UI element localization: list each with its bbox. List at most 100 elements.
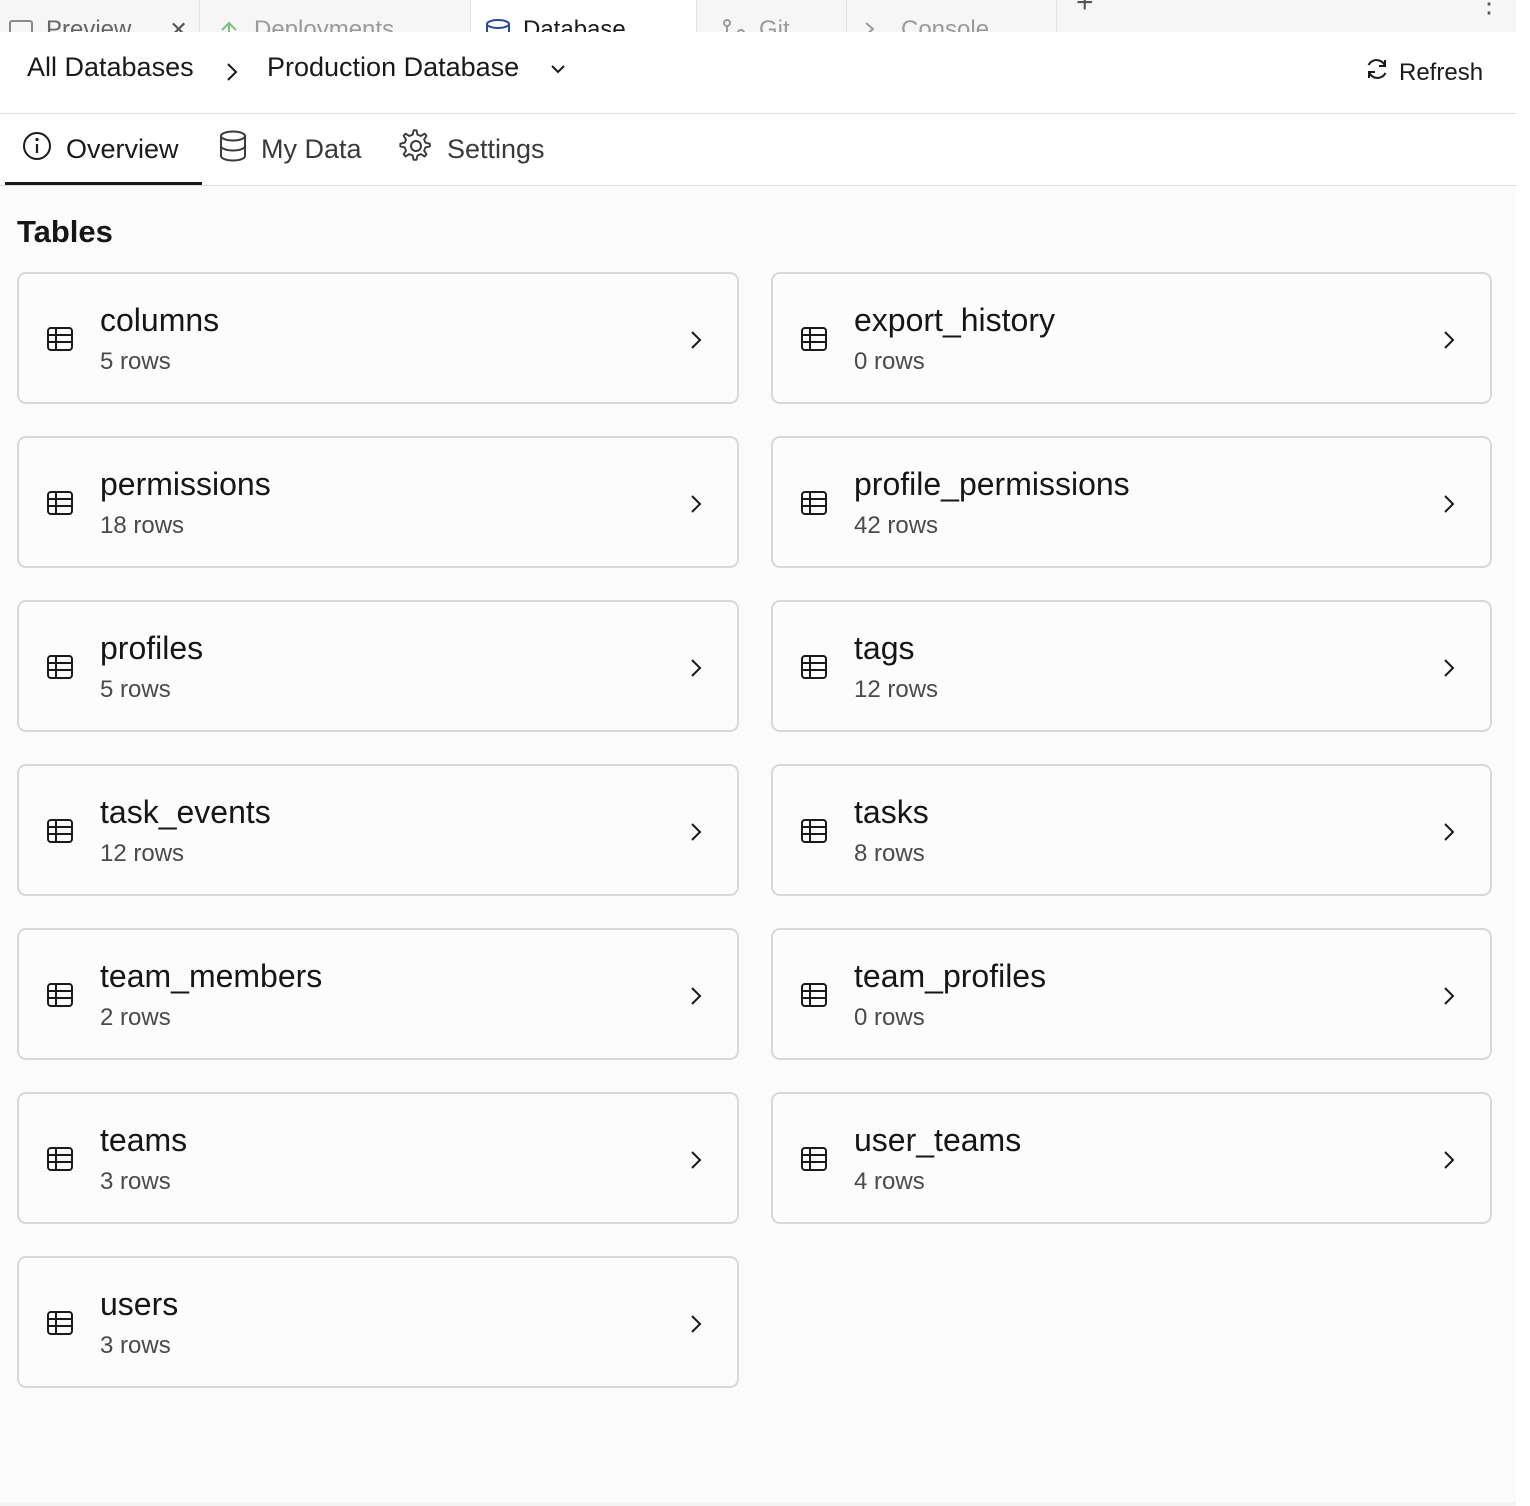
console-icon	[863, 19, 889, 32]
crumb-all-databases[interactable]: All Databases	[27, 52, 194, 83]
table-row-count: 4 rows	[854, 1168, 925, 1195]
table-card[interactable]: export_history 0 rows	[771, 272, 1492, 404]
table-row-count: 0 rows	[854, 348, 925, 375]
table-card[interactable]: user_teams 4 rows	[771, 1092, 1492, 1224]
tab-console[interactable]: Console	[847, 0, 1057, 32]
table-card[interactable]: tasks 8 rows	[771, 764, 1492, 896]
section-tabs: Overview My Data Settings	[0, 114, 1516, 186]
refresh-button[interactable]: Refresh	[1364, 56, 1483, 89]
table-card[interactable]: columns 5 rows	[17, 272, 739, 404]
tab-label: Preview	[46, 16, 132, 33]
table-row-count: 8 rows	[854, 840, 925, 867]
chevron-right-icon	[224, 60, 240, 89]
table-card[interactable]: task_events 12 rows	[17, 764, 739, 896]
tab-git[interactable]: Git	[697, 0, 847, 32]
section-title: Tables	[17, 214, 113, 249]
tab-my-data[interactable]: My Data	[219, 114, 362, 185]
table-card[interactable]: teams 3 rows	[17, 1092, 739, 1224]
scrollbar-gutter	[1516, 0, 1530, 1506]
tab-deployments[interactable]: Deployments	[200, 0, 471, 32]
chevron-right-icon	[1441, 1148, 1457, 1177]
chevron-down-icon[interactable]	[549, 62, 567, 81]
window-tab-strip: Preview ✕ Deployments Database Git Conso…	[0, 0, 1516, 33]
table-card[interactable]: team_profiles 0 rows	[771, 928, 1492, 1060]
close-icon[interactable]: ✕	[169, 17, 187, 32]
chevron-right-icon	[688, 820, 704, 849]
table-icon	[46, 326, 74, 357]
table-card[interactable]: profile_permissions 42 rows	[771, 436, 1492, 568]
database-icon	[485, 19, 511, 32]
chevron-right-icon	[1441, 492, 1457, 521]
active-tab-indicator	[5, 182, 202, 185]
table-icon	[46, 982, 74, 1013]
tab-database[interactable]: Database	[471, 0, 697, 32]
table-card[interactable]: users 3 rows	[17, 1256, 739, 1388]
chevron-right-icon	[688, 492, 704, 521]
chevron-right-icon	[688, 984, 704, 1013]
table-row-count: 12 rows	[854, 676, 939, 703]
tab-overview[interactable]: Overview	[22, 114, 179, 185]
breadcrumb: All Databases Production Database Refres…	[0, 32, 1516, 114]
database-icon	[219, 130, 247, 169]
table-name: teams	[100, 1122, 188, 1158]
table-name: users	[100, 1286, 179, 1322]
table-row-count: 12 rows	[100, 840, 185, 867]
info-icon	[22, 131, 52, 168]
table-name: permissions	[100, 466, 271, 502]
table-name: user_teams	[854, 1122, 1022, 1158]
table-row-count: 5 rows	[100, 676, 171, 703]
table-row-count: 5 rows	[100, 348, 171, 375]
table-icon	[800, 326, 828, 357]
table-card[interactable]: profiles 5 rows	[17, 600, 739, 732]
chevron-right-icon	[1441, 328, 1457, 357]
table-icon	[800, 982, 828, 1013]
git-icon	[721, 19, 747, 32]
table-row-count: 2 rows	[100, 1004, 171, 1031]
tab-preview[interactable]: Preview ✕	[0, 0, 200, 32]
table-icon	[800, 818, 828, 849]
table-name: columns	[100, 302, 220, 338]
table-icon	[46, 1146, 74, 1177]
table-name: tasks	[854, 794, 929, 830]
chevron-right-icon	[688, 656, 704, 685]
tab-label: Overview	[66, 134, 179, 164]
database-panel: Preview ✕ Deployments Database Git Conso…	[0, 0, 1516, 1502]
table-row-count: 0 rows	[854, 1004, 925, 1031]
table-card[interactable]: permissions 18 rows	[17, 436, 739, 568]
table-icon	[800, 490, 828, 521]
chevron-right-icon	[688, 1148, 704, 1177]
table-name: task_events	[100, 794, 271, 830]
tab-label: Console	[901, 16, 990, 33]
refresh-icon	[1364, 56, 1390, 89]
tables-grid: columns 5 rows export_history 0 rows per…	[17, 272, 1492, 1388]
monitor-icon	[8, 19, 34, 32]
table-card[interactable]: tags 12 rows	[771, 600, 1492, 732]
deploy-icon	[216, 19, 242, 32]
crumb-production-database[interactable]: Production Database	[267, 52, 519, 83]
chevron-right-icon	[1441, 656, 1457, 685]
table-icon	[46, 818, 74, 849]
table-row-count: 3 rows	[100, 1332, 171, 1359]
table-icon	[46, 654, 74, 685]
chevron-right-icon	[688, 1312, 704, 1341]
table-row-count: 42 rows	[854, 512, 939, 539]
chevron-right-icon	[1441, 984, 1457, 1013]
tab-label: Git	[759, 16, 790, 33]
table-icon	[800, 1146, 828, 1177]
chevron-right-icon	[1441, 820, 1457, 849]
tab-label: Deployments	[254, 16, 395, 33]
table-name: team_members	[100, 958, 323, 994]
refresh-label: Refresh	[1399, 58, 1484, 86]
tab-label: My Data	[261, 134, 362, 164]
table-name: profile_permissions	[854, 466, 1130, 502]
table-card[interactable]: team_members 2 rows	[17, 928, 739, 1060]
gear-icon	[399, 129, 433, 170]
table-name: team_profiles	[854, 958, 1047, 994]
chevron-right-icon	[688, 328, 704, 357]
table-name: tags	[854, 630, 915, 666]
table-row-count: 18 rows	[100, 512, 185, 539]
add-tab-icon[interactable]: +	[1076, 0, 1094, 20]
more-options-icon[interactable]: ⋮	[1476, 0, 1502, 19]
table-icon	[800, 654, 828, 685]
tab-settings[interactable]: Settings	[399, 114, 545, 185]
